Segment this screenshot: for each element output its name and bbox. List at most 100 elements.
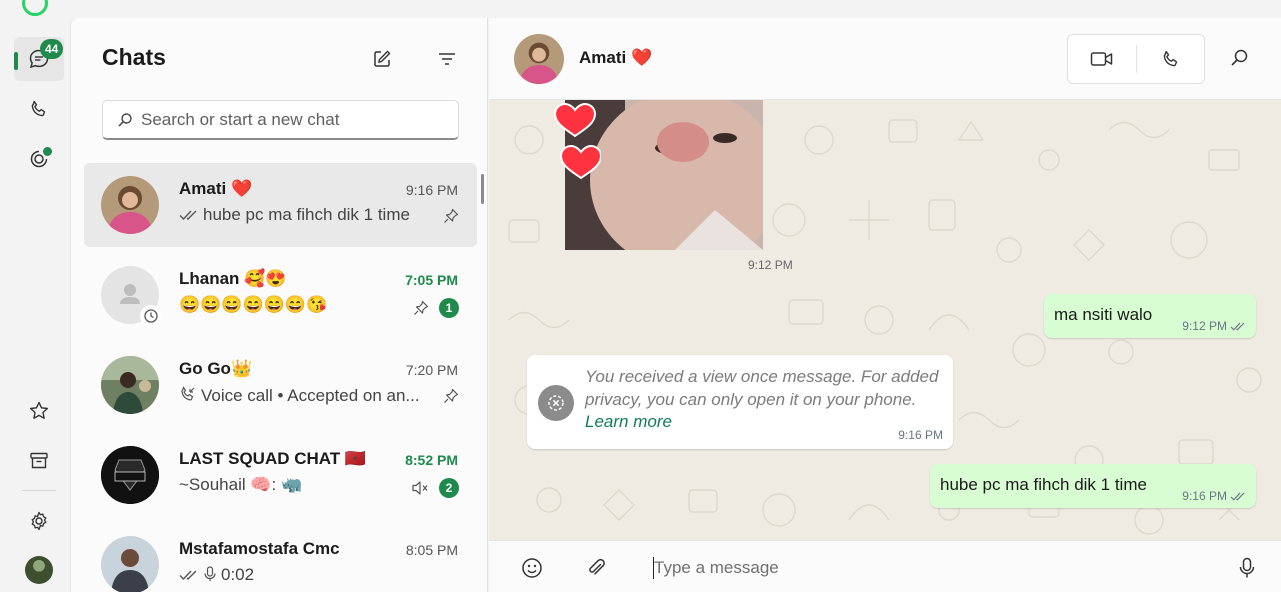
scrollbar-thumb[interactable] [481, 174, 484, 204]
chat-preview-text: 0:02 [221, 565, 255, 584]
search-icon [1231, 49, 1248, 66]
chat-meta [443, 388, 459, 404]
emoji-icon [522, 558, 542, 578]
chat-preview: 😄😄😄😄😄😄😘 [179, 295, 429, 315]
rail-status-button[interactable] [14, 137, 64, 181]
chat-time: 8:52 PM [405, 452, 458, 468]
search-messages-button[interactable] [1229, 48, 1249, 73]
chat-time: 8:05 PM [405, 542, 458, 558]
microphone-icon [1239, 557, 1255, 578]
whatsapp-logo-icon [22, 0, 48, 16]
chat-list-item[interactable]: Lhanan 🥰😍 7:05 PM 😄😄😄😄😄😄😘 1 [84, 253, 477, 337]
view-once-text: You received a view once message. For ad… [585, 367, 939, 409]
chat-name: Mstafamostafa Cmc [179, 539, 340, 558]
contact-avatar [101, 446, 159, 504]
message-input[interactable] [654, 553, 1214, 583]
message-time: 9:12 PM [1182, 319, 1246, 333]
star-icon [30, 401, 48, 419]
heart-sticker-icon [553, 102, 601, 180]
chat-name: Go Go👑 [179, 359, 253, 378]
archive-icon [30, 452, 48, 469]
attach-button[interactable] [583, 555, 609, 581]
clock-icon [144, 309, 158, 323]
chat-list-title: Chats [102, 44, 166, 70]
contact-name[interactable]: Amati ❤️ [579, 48, 652, 68]
chat-preview-text: ~Souhail 🧠: 🦏 [179, 475, 303, 494]
chat-preview: hube pc ma fihch dik 1 time [179, 205, 429, 225]
conversation-header: Amati ❤️ [489, 18, 1281, 100]
message-time: 9:16 PM [898, 428, 943, 442]
voice-message-button[interactable] [1234, 555, 1260, 581]
message-text: hube pc ma fihch dik 1 time [940, 475, 1147, 494]
message-area[interactable]: 9:12 PM ma nsiti walo 9:12 PM You receiv… [489, 100, 1281, 540]
filter-button[interactable] [433, 45, 461, 73]
unread-badge: 1 [439, 298, 459, 318]
message-bubble-outgoing[interactable]: ma nsiti walo 9:12 PM [1044, 294, 1256, 338]
chat-preview-text: Voice call • Accepted on an... [201, 386, 420, 405]
search-input[interactable] [141, 101, 451, 139]
pin-icon [414, 300, 429, 315]
conversation-panel: Amati ❤️ 9:12 PM ma nsiti walo 9:12 PM Y… [489, 18, 1281, 592]
group-logo-icon [101, 446, 159, 504]
chat-meta: 1 [413, 298, 459, 318]
phone-icon [31, 100, 46, 117]
rail-settings-button[interactable] [14, 499, 64, 543]
phone-icon [1163, 50, 1178, 67]
contact-avatar [101, 536, 159, 592]
call-buttons [1067, 34, 1205, 84]
message-bubble-incoming[interactable]: You received a view once message. For ad… [527, 355, 953, 449]
double-check-icon [1230, 492, 1245, 501]
filter-icon [439, 53, 455, 65]
learn-more-link[interactable]: Learn more [585, 412, 672, 432]
message-text: ma nsiti walo [1054, 305, 1153, 324]
muted-icon [412, 481, 428, 495]
new-chat-button[interactable] [368, 45, 396, 73]
double-check-icon [179, 210, 197, 221]
chat-list-item[interactable]: Go Go👑 7:20 PM Voice call • Accepted on … [84, 343, 477, 427]
chat-meta [443, 208, 459, 224]
chat-list-item[interactable]: Amati ❤️ 9:16 PM hube pc ma fihch dik 1 … [84, 163, 477, 247]
contact-avatar[interactable] [514, 34, 564, 84]
chat-name: LAST SQUAD CHAT 🇲🇦 [179, 449, 367, 468]
chat-preview: ~Souhail 🧠: 🦏 [179, 475, 429, 495]
message-time: 9:12 PM [748, 258, 793, 272]
rail-archived-button[interactable] [14, 439, 64, 483]
rail-starred-button[interactable] [14, 389, 64, 433]
chat-preview-text: hube pc ma fihch dik 1 time [203, 205, 410, 224]
emoji-button[interactable] [519, 555, 545, 581]
paperclip-icon [589, 558, 605, 575]
contact-avatar [101, 356, 159, 414]
video-camera-icon [1090, 52, 1113, 66]
chat-list-item[interactable]: LAST SQUAD CHAT 🇲🇦 8:52 PM ~Souhail 🧠: 🦏… [84, 433, 477, 517]
unread-badge: 2 [439, 478, 459, 498]
navigation-rail: 44 [0, 18, 70, 592]
message-composer [489, 540, 1281, 592]
message-time: 9:16 PM [1182, 489, 1246, 503]
compose-icon [374, 50, 391, 67]
message-bubble-outgoing[interactable]: hube pc ma fihch dik 1 time 9:16 PM [930, 464, 1256, 508]
chat-preview: Voice call • Accepted on an... [179, 385, 429, 406]
rail-divider [22, 490, 56, 491]
chat-preview-text: 😄😄😄😄😄😄😘 [179, 295, 328, 314]
video-call-button[interactable] [1068, 35, 1136, 83]
search-box [102, 100, 459, 140]
voice-call-button[interactable] [1137, 35, 1205, 83]
chats-unread-badge: 44 [40, 39, 64, 59]
profile-avatar[interactable] [25, 556, 53, 584]
active-indicator [14, 52, 18, 70]
double-check-icon [179, 570, 197, 581]
pin-icon [444, 388, 459, 403]
chat-preview: 0:02 [179, 565, 429, 585]
status-ring [140, 305, 162, 327]
rail-calls-button[interactable] [14, 87, 64, 131]
chat-name: Lhanan 🥰😍 [179, 269, 287, 288]
double-check-icon [1230, 322, 1245, 331]
contact-avatar [101, 176, 159, 234]
status-new-dot [43, 147, 52, 156]
microphone-icon [204, 566, 216, 581]
gear-icon [31, 511, 47, 531]
chat-list-item[interactable]: Mstafamostafa Cmc 8:05 PM 0:02 [84, 523, 477, 592]
chat-time: 9:16 PM [405, 182, 458, 198]
pin-icon [444, 208, 459, 223]
chat-time: 7:05 PM [405, 272, 458, 288]
